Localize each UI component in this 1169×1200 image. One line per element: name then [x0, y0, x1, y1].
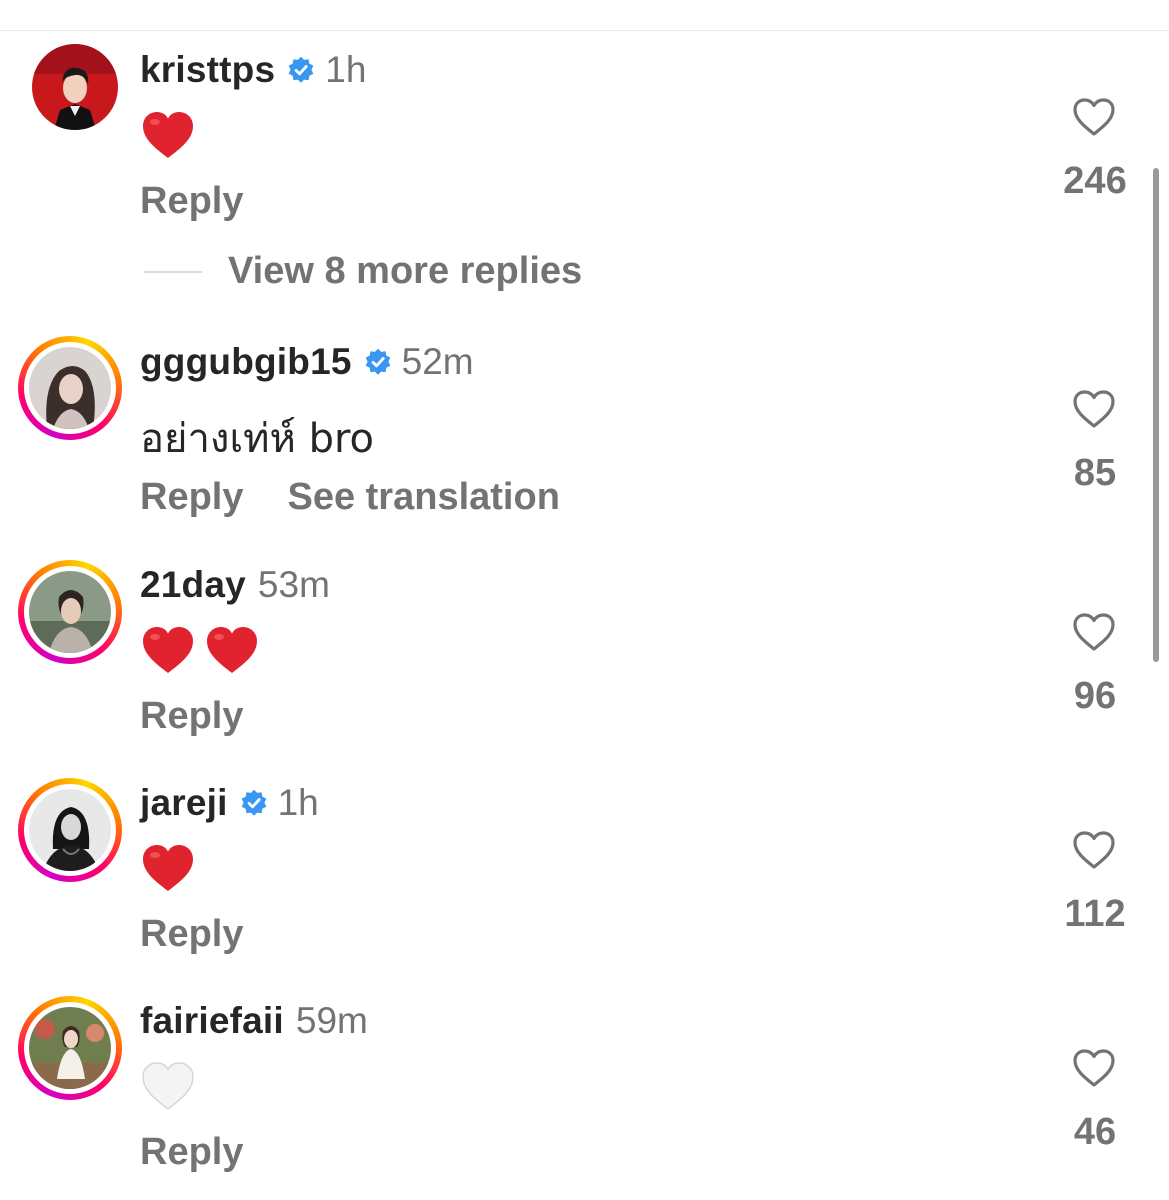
red-heart-emoji: [141, 625, 195, 675]
like-count: 112: [1064, 893, 1126, 935]
red-heart-emoji: [141, 843, 195, 893]
comment-header: fairiefaii 59m: [140, 999, 368, 1043]
reply-button[interactable]: Reply: [140, 913, 243, 956]
verified-badge-icon: [364, 348, 392, 376]
top-divider: [0, 30, 1169, 31]
like-heart-icon[interactable]: [1072, 1048, 1116, 1088]
avatar-image: [29, 347, 111, 429]
comment-actions: Reply: [140, 1131, 287, 1174]
red-heart-emoji: [205, 625, 259, 675]
like-heart-icon[interactable]: [1072, 97, 1116, 137]
username[interactable]: fairiefaii: [140, 1000, 284, 1042]
comment-header: jareji 1h: [140, 781, 319, 825]
reply-button[interactable]: Reply: [140, 180, 243, 223]
comment-actions: Reply: [140, 913, 287, 956]
like-heart-icon[interactable]: [1072, 389, 1116, 429]
reply-button[interactable]: Reply: [140, 695, 243, 738]
reply-button[interactable]: Reply: [140, 1131, 243, 1174]
view-more-replies-button[interactable]: View 8 more replies: [144, 250, 582, 293]
see-translation-button[interactable]: See translation: [287, 476, 559, 519]
verified-badge-icon: [287, 56, 315, 84]
comment-actions: Reply See translation: [140, 476, 604, 519]
timestamp: 1h: [277, 782, 319, 823]
comment-actions: Reply: [140, 180, 287, 223]
like-heart-icon[interactable]: [1072, 612, 1116, 652]
reply-button[interactable]: Reply: [140, 476, 243, 519]
red-heart-emoji: [141, 110, 195, 160]
avatar[interactable]: [32, 44, 118, 130]
avatar-image: [29, 571, 111, 653]
comment-header: kristtps 1h: [140, 48, 366, 92]
avatar[interactable]: [18, 560, 122, 664]
view-more-replies-label: View 8 more replies: [228, 250, 583, 292]
like-count: 85: [1073, 452, 1117, 494]
white-heart-emoji: [141, 1061, 195, 1111]
like-count: 246: [1063, 160, 1127, 202]
avatar-image: [29, 789, 111, 871]
avatar-image: [29, 1007, 111, 1089]
scrollbar[interactable]: [1153, 168, 1159, 662]
username[interactable]: kristtps: [140, 49, 275, 91]
comment-header: 21day 53m: [140, 563, 330, 607]
username[interactable]: jareji: [140, 782, 228, 824]
like-heart-icon[interactable]: [1072, 830, 1116, 870]
avatar-image: [32, 44, 118, 130]
timestamp: 59m: [295, 1000, 368, 1041]
replies-divider: [144, 270, 202, 273]
like-count: 46: [1073, 1111, 1117, 1153]
timestamp: 1h: [325, 49, 367, 90]
verified-badge-icon: [240, 789, 268, 817]
like-count: 96: [1073, 675, 1117, 717]
timestamp: 53m: [257, 564, 330, 605]
comment-header: gggubgib15 52m: [140, 340, 474, 384]
comment-text: อย่างเท่ห์ bro: [140, 416, 375, 462]
avatar[interactable]: [18, 778, 122, 882]
avatar[interactable]: [18, 336, 122, 440]
comment-actions: Reply: [140, 695, 287, 738]
timestamp: 52m: [401, 341, 474, 382]
avatar[interactable]: [18, 996, 122, 1100]
username[interactable]: gggubgib15: [140, 341, 352, 383]
username[interactable]: 21day: [140, 564, 246, 606]
